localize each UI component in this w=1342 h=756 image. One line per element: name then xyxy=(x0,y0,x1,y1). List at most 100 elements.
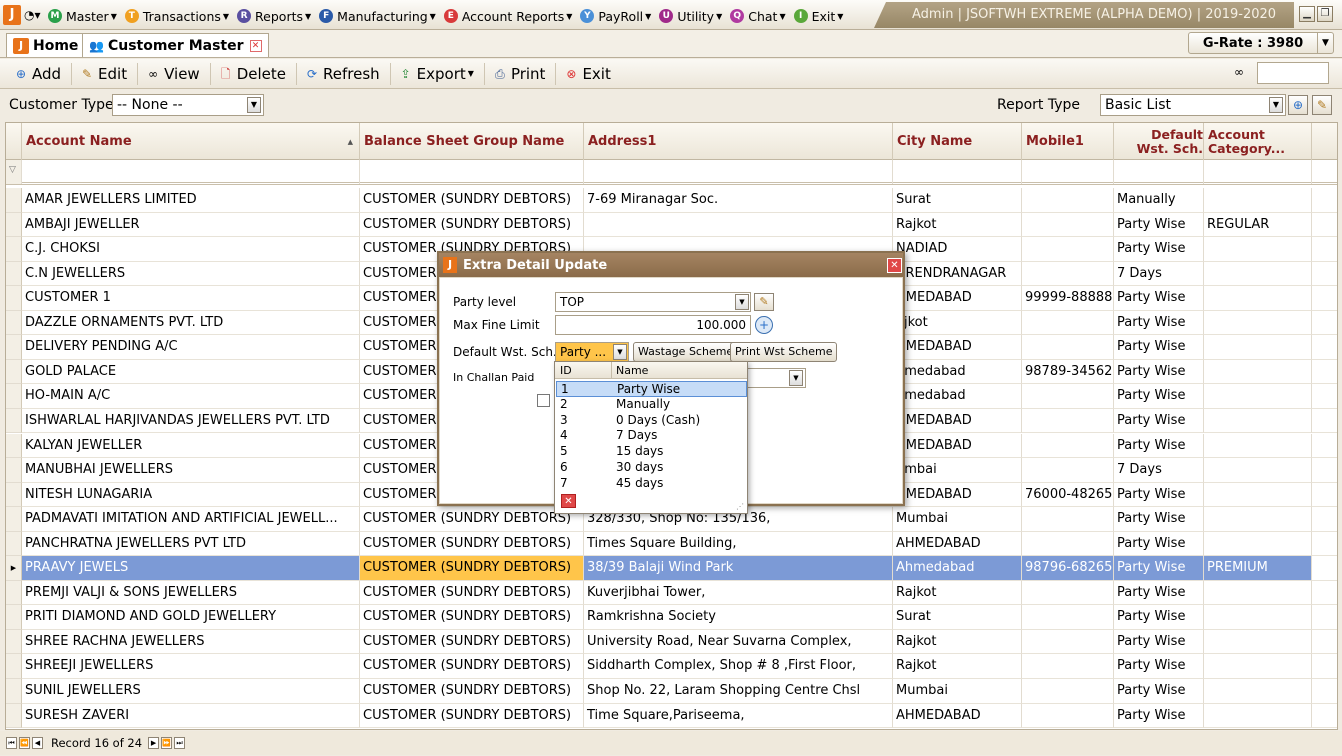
dropdown-option[interactable]: 2 Manually xyxy=(556,397,747,413)
prev-page-icon[interactable]: ◀ xyxy=(32,737,43,749)
row-selector[interactable] xyxy=(6,188,22,213)
table-row[interactable]: ▶ PRAAVY JEWELS CUSTOMER (SUNDRY DEBTORS) 3… xyxy=(6,556,1337,581)
close-icon[interactable]: ✕ xyxy=(561,494,576,508)
row-selector[interactable] xyxy=(6,359,22,385)
party-level-select[interactable]: TOP xyxy=(555,292,751,312)
edit-report-icon[interactable]: ✎ xyxy=(1312,95,1332,115)
menu-manufacturing[interactable]: F Manufacturing ▼ xyxy=(319,9,436,24)
row-selector[interactable] xyxy=(6,507,22,532)
table-row[interactable]: AMBAJI JEWELLER CUSTOMER (SUNDRY DEBTORS)… xyxy=(6,212,1337,238)
table-row[interactable]: SUNIL JEWELLERS CUSTOMER (SUNDRY DEBTORS)… xyxy=(6,679,1337,704)
chevron-down-icon[interactable]: ▼ xyxy=(735,294,749,310)
toolbar-search-input[interactable] xyxy=(1257,62,1329,84)
table-row[interactable]: SURESH ZAVERI CUSTOMER (SUNDRY DEBTORS) Ti… xyxy=(6,703,1337,729)
row-selector[interactable] xyxy=(6,531,22,557)
grate-selector[interactable]: G-Rate : 3980 ▼ xyxy=(1188,32,1334,54)
quick-access-icon[interactable]: ◔▾ xyxy=(24,8,41,22)
dropdown-option[interactable]: 5 15 days xyxy=(556,444,747,460)
search-binoculars-icon[interactable]: ∞ xyxy=(1234,65,1244,79)
row-selector[interactable] xyxy=(6,654,22,679)
row-selector[interactable] xyxy=(6,629,22,655)
menu-chat[interactable]: Q Chat ▼ xyxy=(730,9,786,24)
column-filter-input[interactable] xyxy=(360,160,584,184)
print-button[interactable]: ⎙ Print xyxy=(489,62,557,85)
column-header[interactable]: Balance Sheet Group Name xyxy=(360,123,584,160)
first-page-icon[interactable]: ⏮ xyxy=(6,737,17,749)
chevron-down-icon[interactable]: ▼ xyxy=(247,97,261,113)
table-row[interactable]: PANCHRATNA JEWELLERS PVT LTD CUSTOMER (SU… xyxy=(6,531,1337,557)
restore-icon[interactable]: ❐ xyxy=(1317,6,1333,22)
row-selector[interactable] xyxy=(6,482,22,508)
add-icon[interactable]: + xyxy=(755,316,773,334)
menu-account-reports[interactable]: E Account Reports ▼ xyxy=(443,9,572,24)
customer-type-select[interactable]: -- None -- ▼ xyxy=(112,94,264,116)
column-filter-input[interactable] xyxy=(22,160,360,184)
checkbox[interactable] xyxy=(537,394,550,407)
column-header[interactable]: Address1 xyxy=(584,123,893,160)
row-selector[interactable] xyxy=(6,605,22,630)
refresh-button[interactable]: ⟳ Refresh xyxy=(301,62,391,85)
row-selector[interactable] xyxy=(6,286,22,311)
chevron-down-icon[interactable]: ▼ xyxy=(613,344,627,360)
tab-customer-master[interactable]: 👥 Customer Master ✕ xyxy=(82,33,269,57)
menu-payroll[interactable]: Y PayRoll ▼ xyxy=(580,9,651,24)
view-button[interactable]: ∞ View xyxy=(142,62,211,85)
close-icon[interactable]: ✕ xyxy=(887,258,902,273)
menu-utility[interactable]: U Utility ▼ xyxy=(659,9,722,24)
row-selector[interactable] xyxy=(6,679,22,704)
chevron-down-icon[interactable]: ▼ xyxy=(789,370,803,386)
next-page-icon[interactable]: ▶ xyxy=(148,737,160,749)
export-button[interactable]: ⇪ Export ▼ xyxy=(395,62,485,85)
add-report-icon[interactable]: ⊕ xyxy=(1288,95,1308,115)
table-row[interactable]: PREMJI VALJI & SONS JEWELLERS CUSTOMER (S… xyxy=(6,580,1337,606)
row-selector[interactable] xyxy=(6,458,22,483)
wastage-scheme-button[interactable]: Wastage Scheme xyxy=(633,342,739,362)
next-page-fast-icon[interactable]: ⏩ xyxy=(161,737,173,749)
table-row[interactable]: SHREE RACHNA JEWELLERS CUSTOMER (SUNDRY D… xyxy=(6,629,1337,655)
row-selector[interactable] xyxy=(6,433,22,458)
column-header[interactable]: Account Category... xyxy=(1204,123,1312,160)
row-selector[interactable] xyxy=(6,408,22,434)
column-header[interactable]: Default Wst. Sch. xyxy=(1114,123,1204,160)
dropdown-option[interactable]: 3 0 Days (Cash) xyxy=(556,413,747,429)
edit-button[interactable]: ✎ Edit xyxy=(76,62,139,85)
delete-button[interactable]: 🗋 Delete xyxy=(215,62,298,85)
print-wst-scheme-button[interactable]: Print Wst Scheme xyxy=(730,342,838,362)
row-selector[interactable] xyxy=(6,310,22,336)
column-header[interactable]: Account Name ▲ xyxy=(22,123,360,160)
menu-exit[interactable]: I Exit ▼ xyxy=(793,9,843,24)
column-filter-input[interactable] xyxy=(584,160,893,184)
column-filter-input[interactable] xyxy=(1022,160,1114,184)
report-type-select[interactable]: Basic List ▼ xyxy=(1100,94,1286,116)
row-selector[interactable] xyxy=(6,703,22,729)
row-selector[interactable] xyxy=(6,580,22,606)
table-row[interactable]: AMAR JEWELLERS LIMITED CUSTOMER (SUNDRY D… xyxy=(6,188,1337,213)
table-row[interactable]: SHREEJI JEWELLERS CUSTOMER (SUNDRY DEBTOR… xyxy=(6,654,1337,679)
menu-master[interactable]: M Master ▼ xyxy=(48,9,117,24)
column-header[interactable]: Mobile1 xyxy=(1022,123,1114,160)
last-page-icon[interactable]: ⏭ xyxy=(174,737,186,749)
minimize-icon[interactable]: ▁ xyxy=(1299,6,1315,22)
close-tab-icon[interactable]: ✕ xyxy=(249,39,262,52)
prev-page-fast-icon[interactable]: ⏪ xyxy=(19,737,30,749)
row-selector[interactable] xyxy=(6,384,22,409)
app-logo-icon[interactable]: J xyxy=(3,5,21,25)
row-selector[interactable] xyxy=(6,261,22,287)
column-filter-input[interactable] xyxy=(1114,160,1204,184)
dialog-titlebar[interactable]: J Extra Detail Update xyxy=(439,253,903,277)
chevron-down-icon[interactable]: ▼ xyxy=(1269,97,1283,113)
row-selector[interactable] xyxy=(6,237,22,262)
exit-button[interactable]: ⊗ Exit xyxy=(560,63,620,85)
chevron-down-icon[interactable]: ▼ xyxy=(1317,33,1333,53)
menu-reports[interactable]: R Reports ▼ xyxy=(237,9,311,24)
table-row[interactable]: PRITI DIAMOND AND GOLD JEWELLERY CUSTOMER… xyxy=(6,605,1337,630)
dropdown-option[interactable]: 1 Party Wise xyxy=(556,381,747,397)
column-header[interactable]: City Name xyxy=(893,123,1022,160)
resize-grip-icon[interactable]: ⋰ xyxy=(736,502,744,511)
tab-home[interactable]: J Home xyxy=(6,33,86,57)
row-selector[interactable] xyxy=(6,335,22,360)
row-selector[interactable]: ▶ xyxy=(6,556,22,581)
dropdown-option[interactable]: 4 7 Days xyxy=(556,428,747,444)
filter-icon[interactable]: ▽ xyxy=(9,165,16,175)
menu-transactions[interactable]: T Transactions ▼ xyxy=(124,9,229,24)
